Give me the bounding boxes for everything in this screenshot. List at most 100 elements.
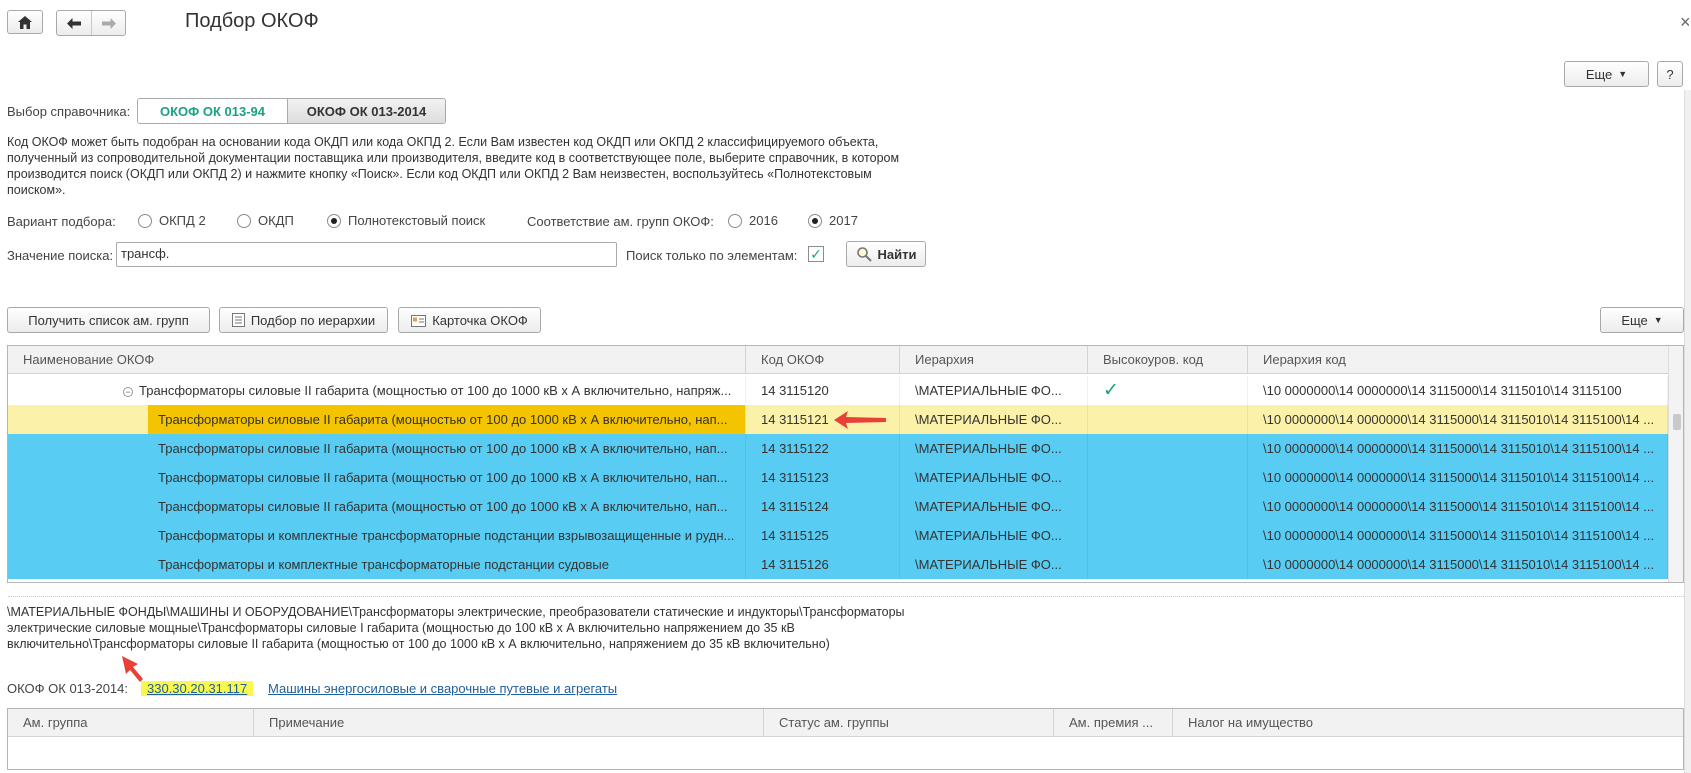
column-header-hierarchy[interactable]: Иерархия: [900, 346, 1088, 374]
cell-high-code: [1088, 405, 1248, 434]
okof-table: Наименование ОКОФ Код ОКОФ Иерархия Высо…: [7, 345, 1684, 583]
okof2014-name-link[interactable]: Машины энергосиловые и сварочные путевые…: [268, 681, 617, 696]
radio-2016[interactable]: 2016: [728, 213, 778, 228]
table-row-selected[interactable]: Трансформаторы и комплектные трансформат…: [8, 550, 1668, 579]
directory-option-94[interactable]: ОКОФ ОК 013-94: [138, 99, 287, 123]
cell-high-code: [1088, 521, 1248, 550]
find-button[interactable]: Найти: [846, 241, 926, 267]
get-groups-button[interactable]: Получить список ам. групп: [7, 307, 210, 333]
check-icon: ✓: [1088, 376, 1248, 405]
cell-high-code: [1088, 463, 1248, 492]
column-header-hierarchy-code[interactable]: Иерархия код: [1248, 346, 1668, 374]
list-icon: [231, 313, 245, 327]
radio-circle-checked: [808, 213, 822, 228]
cell-code: 14 3115123: [746, 463, 900, 492]
radio-2017[interactable]: 2017: [808, 213, 858, 228]
more-button-top[interactable]: Еще ▼: [1564, 61, 1649, 87]
cell-hierarchy: \МАТЕРИАЛЬНЫЕ ФО...: [900, 492, 1088, 521]
cell-code: 14 3115125: [746, 521, 900, 550]
cell-name: − Трансформаторы силовые II габарита (мощ…: [8, 376, 746, 405]
hierarchy-button[interactable]: Подбор по иерархии: [219, 307, 388, 333]
caret-down-icon: ▼: [1653, 315, 1663, 325]
arrow-right-icon: [101, 17, 116, 29]
back-button[interactable]: [57, 11, 91, 35]
cell-hierarchy-code: \10 0000000\14 0000000\14 3115000\14 311…: [1248, 376, 1668, 405]
cell-hierarchy: \МАТЕРИАЛЬНЫЕ ФО...: [900, 463, 1088, 492]
radio-okpd2[interactable]: ОКПД 2: [138, 213, 206, 228]
cell-hierarchy: \МАТЕРИАЛЬНЫЕ ФО...: [900, 550, 1088, 579]
history-nav: [56, 10, 126, 36]
table-row-selected[interactable]: Трансформаторы силовые II габарита (мощн…: [8, 434, 1668, 463]
search-icon: [856, 247, 872, 262]
close-icon[interactable]: ×: [1680, 12, 1691, 33]
column-header-name[interactable]: Наименование ОКОФ: [8, 346, 746, 374]
caret-down-icon: ▼: [1618, 69, 1628, 79]
okof-card-button[interactable]: Карточка ОКОФ: [398, 307, 541, 333]
column-header-high-code[interactable]: Высокоуров. код: [1088, 346, 1248, 374]
page-title: Подбор ОКОФ: [185, 10, 319, 32]
cell-hierarchy-code: \10 0000000\14 0000000\14 3115000\14 311…: [1248, 492, 1668, 521]
amortization-table-header: Ам. группа Примечание Статус ам. группы …: [8, 709, 1683, 737]
only-elements-label: Поиск только по элементам:: [626, 248, 798, 263]
table-row-selected[interactable]: Трансформаторы силовые II габарита (мощн…: [8, 463, 1668, 492]
column-header-note[interactable]: Примечание: [254, 709, 764, 737]
cell-name-highlight: Трансформаторы силовые II габарита (мощн…: [148, 405, 745, 434]
cell-hierarchy-code: \10 0000000\14 0000000\14 3115000\14 311…: [1248, 550, 1668, 579]
help-button[interactable]: ?: [1657, 61, 1683, 87]
cell-high-code: [1088, 434, 1248, 463]
radio-circle: [138, 213, 152, 228]
cell-name: Трансформаторы и комплектные трансформат…: [8, 521, 746, 550]
directory-option-2014[interactable]: ОКОФ ОК 013-2014: [287, 99, 445, 123]
forward-button[interactable]: [91, 11, 125, 35]
selection-label: Вариант подбора:: [7, 214, 116, 229]
column-header-premium[interactable]: Ам. премия ...: [1054, 709, 1173, 737]
directory-selector: ОКОФ ОК 013-94 ОКОФ ОК 013-2014: [137, 98, 446, 124]
cell-code: 14 3115126: [746, 550, 900, 579]
collapse-minus-icon[interactable]: −: [123, 386, 133, 397]
more-button-table[interactable]: Еще ▼: [1600, 307, 1684, 333]
cell-name: Трансформаторы силовые II габарита (мощн…: [8, 492, 746, 521]
column-header-tax[interactable]: Налог на имущество: [1173, 709, 1683, 737]
scrollbar-thumb[interactable]: [1673, 414, 1681, 430]
column-header-group[interactable]: Ам. группа: [8, 709, 254, 737]
radio-okdp[interactable]: ОКДП: [237, 213, 294, 228]
cell-name: Трансформаторы и комплектные трансформат…: [8, 550, 746, 579]
radio-circle-checked: [327, 213, 341, 228]
cell-hierarchy-code: \10 0000000\14 0000000\14 3115000\14 311…: [1248, 521, 1668, 550]
amortization-table: Ам. группа Примечание Статус ам. группы …: [7, 708, 1684, 770]
help-description: Код ОКОФ может быть подобран на основани…: [7, 135, 900, 197]
cell-name: Трансформаторы силовые II габарита (мощн…: [8, 434, 746, 463]
column-header-code[interactable]: Код ОКОФ: [746, 346, 900, 374]
annotation-arrow-icon: [834, 411, 886, 429]
cell-code: 14 3115124: [746, 492, 900, 521]
cell-code: 14 3115122: [746, 434, 900, 463]
home-button[interactable]: [7, 10, 43, 34]
check-icon: ✓: [810, 245, 822, 262]
table-row-selected[interactable]: Трансформаторы силовые II габарита (мощн…: [8, 492, 1668, 521]
match-label: Соответствие ам. групп ОКОФ:: [527, 214, 714, 229]
hierarchy-path: \МАТЕРИАЛЬНЫЕ ФОНДЫ\МАШИНЫ И ОБОРУДОВАНИ…: [7, 605, 905, 651]
cell-hierarchy: \МАТЕРИАЛЬНЫЕ ФО...: [900, 405, 1088, 434]
card-icon: [411, 315, 427, 327]
cell-hierarchy: \МАТЕРИАЛЬНЫЕ ФО...: [900, 521, 1088, 550]
cell-name: Трансформаторы силовые II габарита (мощн…: [8, 463, 746, 492]
radio-circle: [237, 213, 251, 228]
table-row[interactable]: − Трансформаторы силовые II габарита (мощ…: [8, 376, 1668, 405]
table-scrollbar[interactable]: [1668, 346, 1683, 582]
table-row-selected[interactable]: Трансформаторы и комплектные трансформат…: [8, 521, 1668, 550]
search-input[interactable]: трансф.: [116, 242, 617, 267]
cell-hierarchy: \МАТЕРИАЛЬНЫЕ ФО...: [900, 376, 1088, 405]
directory-label: Выбор справочника:: [7, 104, 131, 119]
search-label: Значение поиска:: [7, 248, 114, 263]
cell-hierarchy-code: \10 0000000\14 0000000\14 3115000\14 311…: [1248, 434, 1668, 463]
okof2014-code-link[interactable]: 330.30.20.31.117: [141, 681, 254, 696]
column-header-status[interactable]: Статус ам. группы: [764, 709, 1054, 737]
cell-hierarchy-code: \10 0000000\14 0000000\14 3115000\14 311…: [1248, 405, 1668, 434]
arrow-left-icon: [67, 17, 81, 29]
only-elements-checkbox[interactable]: ✓: [808, 246, 824, 262]
window-scrollbar[interactable]: [1684, 90, 1691, 773]
cell-hierarchy-code: \10 0000000\14 0000000\14 3115000\14 311…: [1248, 463, 1668, 492]
cell-high-code: [1088, 492, 1248, 521]
okof-table-header: Наименование ОКОФ Код ОКОФ Иерархия Высо…: [8, 346, 1668, 374]
radio-fulltext[interactable]: Полнотекстовый поиск: [327, 213, 485, 228]
